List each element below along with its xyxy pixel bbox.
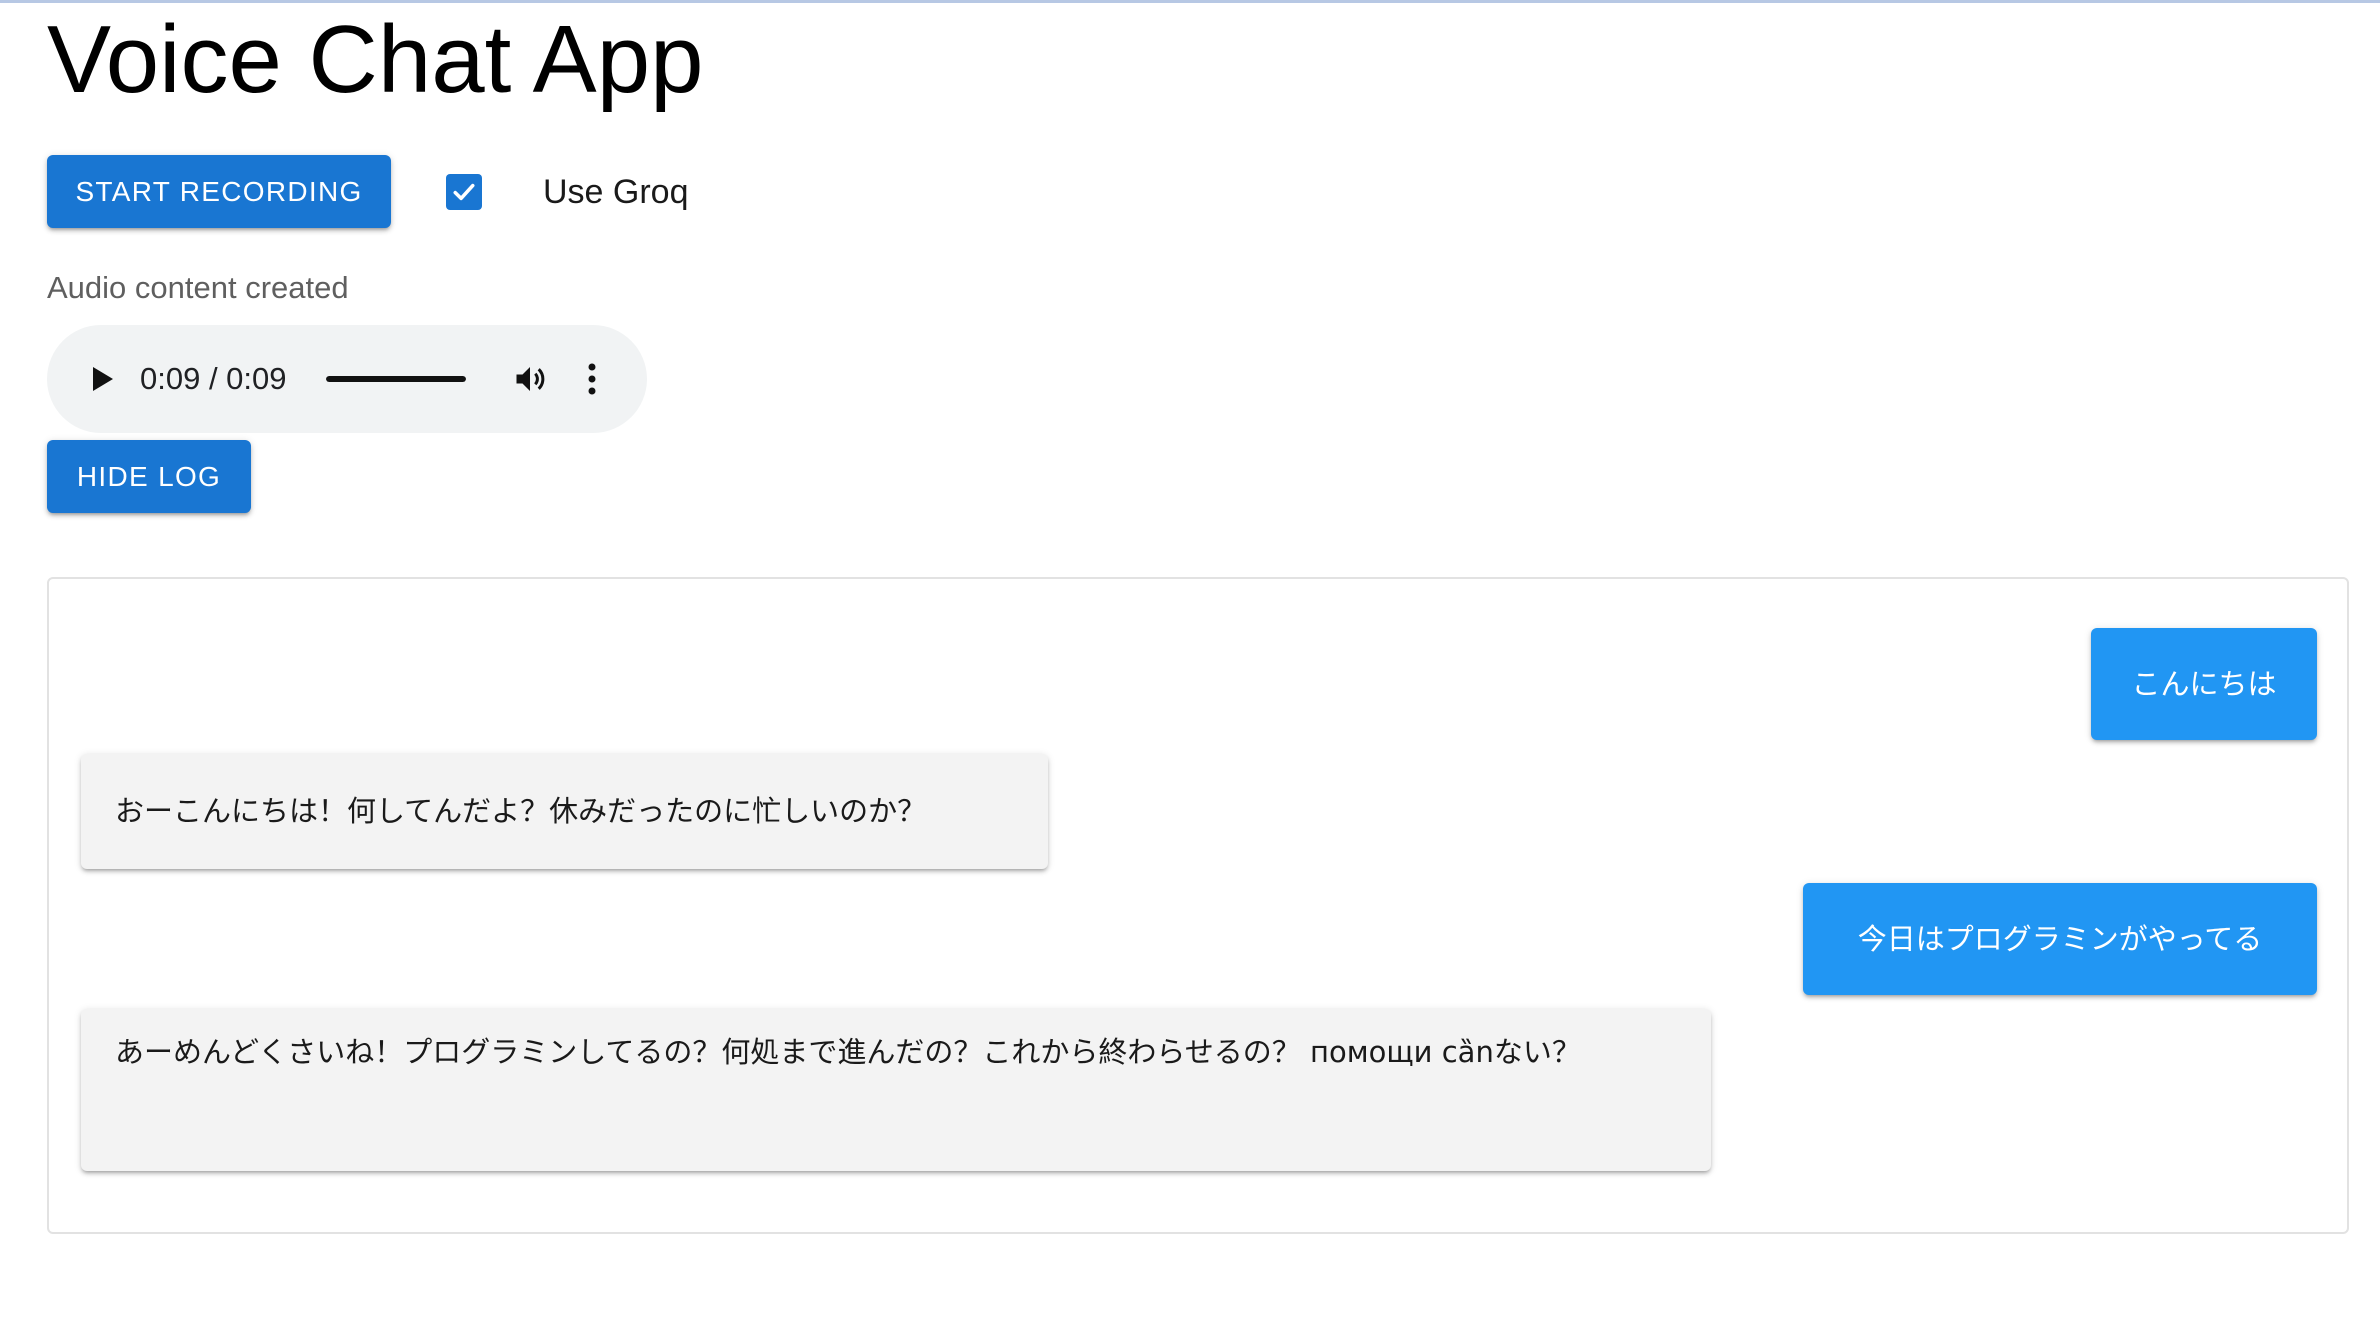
audio-progress-slider[interactable] bbox=[326, 376, 466, 382]
use-groq-checkbox[interactable]: Use Groq bbox=[446, 173, 689, 211]
window-top-border bbox=[0, 0, 2380, 3]
use-groq-label: Use Groq bbox=[543, 172, 689, 211]
user-message: 今日はプログラミンがやってる bbox=[1803, 883, 2317, 995]
user-message: こんにちは bbox=[2091, 628, 2317, 740]
assistant-message: あーめんどくさいね！プログラミンしてるの？何処まで進んだの？これから終わらせるの… bbox=[81, 1009, 1711, 1171]
hide-log-button[interactable]: HIDE LOG bbox=[47, 440, 251, 513]
assistant-message: おーこんにちは！何してんだよ？休みだったのに忙しいのか？ bbox=[81, 754, 1048, 869]
volume-icon[interactable] bbox=[512, 361, 548, 397]
audio-time-display: 0:09 / 0:09 bbox=[140, 361, 287, 396]
start-recording-button[interactable]: START RECORDING bbox=[47, 155, 391, 228]
audio-player: 0:09 / 0:09 bbox=[47, 325, 647, 433]
checkbox-checked-icon[interactable] bbox=[446, 174, 482, 210]
chat-log-panel: こんにちは おーこんにちは！何してんだよ？休みだったのに忙しいのか？ 今日はプロ… bbox=[47, 577, 2349, 1234]
status-text: Audio content created bbox=[47, 270, 349, 305]
play-icon[interactable] bbox=[87, 362, 117, 396]
more-vertical-icon[interactable] bbox=[586, 361, 598, 397]
audio-progress-fill bbox=[326, 376, 466, 382]
page-title: Voice Chat App bbox=[47, 6, 704, 113]
